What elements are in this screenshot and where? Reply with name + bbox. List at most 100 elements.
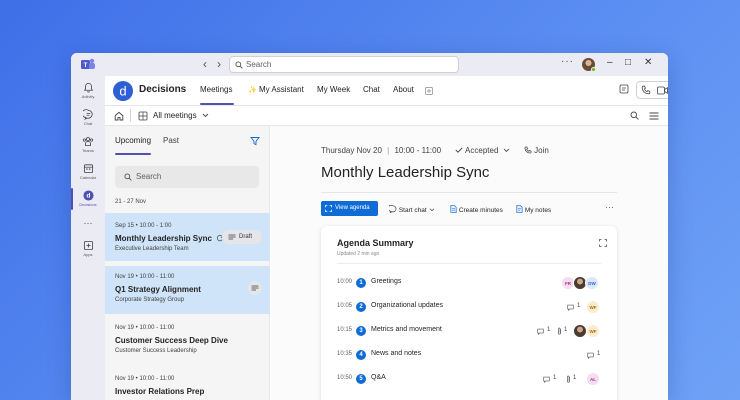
agenda-label: Organizational updates: [371, 302, 443, 309]
meeting-title: Investor Relations Prep: [115, 387, 205, 396]
chevron-down-icon: [430, 208, 435, 212]
meeting-list-item[interactable]: Nov 19 • 10:00 - 11:00 Customer Success …: [105, 315, 270, 363]
tab-upcoming[interactable]: Upcoming: [115, 136, 151, 145]
meeting-list-item[interactable]: Nov 19 • 10:00 - 11:00 Q1 Strategy Align…: [105, 264, 270, 312]
agenda-item[interactable]: 10:35 4 News and notes 1: [321, 346, 617, 366]
rail-item-chat[interactable]: Chat: [71, 109, 105, 126]
notes-lines-icon: [251, 285, 259, 291]
my-notes-button[interactable]: My notes: [516, 205, 551, 214]
rail-item-calendar[interactable]: Calendar: [71, 163, 105, 180]
chevron-down-icon: [503, 148, 509, 153]
meeting-team: Corporate Strategy Group: [115, 297, 185, 303]
list-tab-indicator: [115, 153, 151, 155]
teams-logo-icon[interactable]: T: [81, 58, 95, 71]
agenda-item[interactable]: 10:50 5 Q&A 1 1 AL: [321, 370, 617, 390]
notes-icon: [516, 205, 523, 213]
agenda-item[interactable]: 10:05 2 Organizational updates 1 WF: [321, 298, 617, 318]
search-icon: [235, 61, 243, 69]
svg-text:d: d: [119, 84, 126, 99]
close-button[interactable]: ✕: [644, 57, 652, 68]
meeting-detail-pane: Thursday Nov 20 | 10:00 - 11:00 Accepted…: [271, 126, 668, 400]
rail-label: Chat: [83, 121, 93, 126]
tab-active-indicator: [200, 103, 234, 105]
forward-arrow-icon[interactable]: ›: [212, 57, 226, 71]
view-agenda-button[interactable]: View agenda: [321, 201, 378, 216]
home-icon[interactable]: [114, 111, 124, 121]
rail-label: Activity: [81, 94, 95, 99]
meeting-title: Monthly Leadership Sync: [115, 234, 224, 243]
tab-meetings[interactable]: Meetings: [200, 85, 232, 94]
minimize-button[interactable]: –: [607, 57, 613, 68]
create-minutes-button[interactable]: Create minutes: [450, 205, 503, 214]
meeting-when: Nov 19 • 10:00 - 11:00: [115, 274, 175, 280]
avatar[interactable]: WF: [586, 300, 600, 314]
attachment-icon: [567, 375, 570, 383]
meeting-list-item[interactable]: Sep 15 • 10:00 - 1:00 Monthly Leadership…: [105, 213, 270, 261]
agenda-number: 4: [356, 350, 366, 360]
agenda-time: 10:50: [337, 375, 353, 381]
maximize-button[interactable]: □: [625, 57, 631, 68]
title-bar: T ‹ › Search ··· – □ ✕: [71, 53, 668, 76]
rail-item-activity[interactable]: Activity: [71, 82, 105, 99]
app-header: d Decisions Meetings ✨ My Assistant My W…: [105, 76, 668, 106]
agenda-label: Q&A: [371, 374, 386, 381]
meeting-title-text: Monthly Leadership Sync: [115, 234, 212, 243]
agenda-label: Metrics and movement: [371, 326, 442, 333]
rail-item-apps[interactable]: Apps: [71, 240, 105, 257]
avatar-photo[interactable]: [573, 324, 587, 338]
start-chat-label: Start chat: [398, 207, 427, 214]
search-icon[interactable]: [630, 111, 639, 120]
comment-count: 1: [553, 375, 557, 381]
tab-my-assistant[interactable]: ✨ My Assistant: [248, 85, 304, 94]
add-tab-icon[interactable]: [425, 87, 433, 95]
agenda-summary-card: Agenda Summary Updated 2 min ago 10:00 1…: [321, 226, 617, 400]
more-actions-icon[interactable]: ···: [605, 202, 614, 212]
rail-item-teams[interactable]: Teams: [71, 136, 105, 153]
avatar[interactable]: WF: [586, 324, 600, 338]
meeting-title: Customer Success Deep Dive: [115, 336, 228, 345]
rail-label: Apps: [83, 252, 93, 257]
meeting-when: Sep 15 • 10:00 - 1:00: [115, 223, 172, 229]
tab-my-week[interactable]: My Week: [317, 85, 350, 94]
join-button[interactable]: Join: [524, 146, 549, 155]
tab-past[interactable]: Past: [163, 136, 179, 145]
expand-icon[interactable]: [599, 239, 607, 247]
meeting-title: Q1 Strategy Alignment: [115, 285, 201, 294]
tab-chat[interactable]: Chat: [363, 85, 380, 94]
call-buttons-group: [636, 81, 668, 99]
meeting-search-input[interactable]: Search: [115, 166, 259, 188]
meta-separator: |: [387, 146, 390, 155]
meeting-list-item[interactable]: Nov 19 • 10:00 - 11:00 Investor Relation…: [105, 366, 270, 400]
meeting-detail-title: Monthly Leadership Sync: [321, 164, 490, 181]
filter-icon[interactable]: [250, 136, 260, 146]
expand-icon: [325, 205, 332, 212]
start-chat-button[interactable]: Start chat: [387, 204, 435, 214]
avatar[interactable]: AL: [586, 372, 600, 386]
notes-badge[interactable]: [248, 281, 262, 295]
user-avatar[interactable]: [582, 58, 596, 72]
phone-icon[interactable]: [641, 85, 651, 95]
tab-about[interactable]: About: [393, 85, 414, 94]
rail-more-icon[interactable]: ···: [71, 218, 105, 228]
global-search-input[interactable]: Search: [229, 56, 459, 73]
meeting-team: Executive Leadership Team: [115, 246, 189, 252]
agenda-item[interactable]: 10:00 1 Greetings FR DW: [321, 274, 617, 294]
back-arrow-icon[interactable]: ‹: [198, 57, 212, 71]
meeting-time: 10:00 - 11:00: [394, 146, 442, 155]
avatar[interactable]: DW: [585, 276, 599, 290]
comment-icon: [537, 328, 544, 335]
agenda-number: 5: [356, 374, 366, 384]
agenda-label: News and notes: [371, 350, 422, 357]
video-icon[interactable]: [657, 86, 668, 95]
sparkle-icon: ✨: [248, 87, 257, 94]
draft-badge[interactable]: Draft: [222, 230, 262, 244]
popout-chat-icon[interactable]: [619, 84, 629, 94]
rsvp-dropdown[interactable]: Accepted: [455, 146, 512, 155]
app-rail: Activity Chat Teams Calendar d Decisions…: [71, 76, 105, 400]
meeting-filter-dropdown[interactable]: All meetings: [153, 111, 209, 120]
hamburger-menu-icon[interactable]: [649, 112, 659, 120]
agenda-item[interactable]: 10:15 3 Metrics and movement 1 1 WF: [321, 322, 617, 342]
meeting-actions: View agenda Start chat Create minutes My…: [321, 201, 617, 217]
more-options-icon[interactable]: ···: [561, 56, 574, 67]
rail-item-decisions[interactable]: d Decisions: [71, 190, 105, 207]
